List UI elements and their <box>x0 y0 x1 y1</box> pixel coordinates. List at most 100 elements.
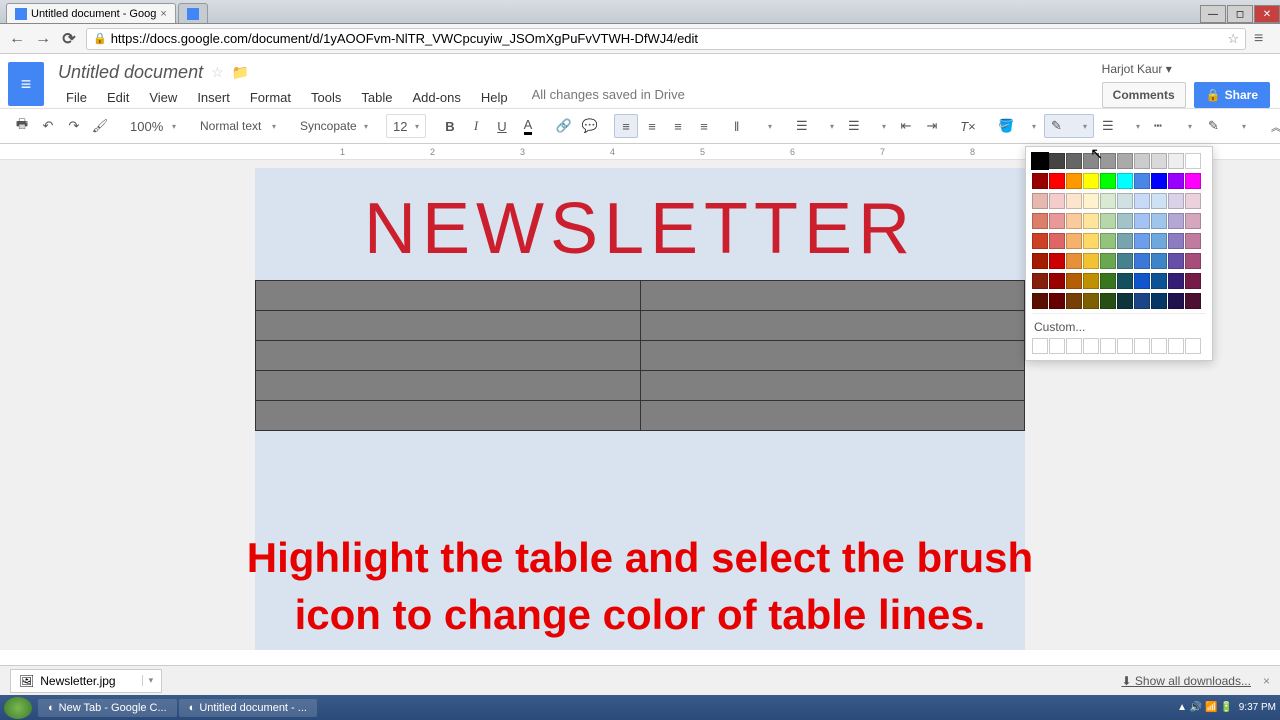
color-swatch[interactable] <box>1083 293 1099 309</box>
undo-button[interactable]: ↶ <box>36 114 60 138</box>
tray-icons[interactable]: ▲ 🔊 📶 🔋 <box>1177 702 1233 713</box>
star-document-icon[interactable]: ☆ <box>211 64 224 81</box>
decrease-indent-button[interactable]: ⇤ <box>894 114 918 138</box>
color-swatch[interactable] <box>1134 193 1150 209</box>
color-swatch[interactable] <box>1185 273 1201 289</box>
color-swatch[interactable] <box>1185 173 1201 189</box>
color-swatch[interactable] <box>1083 193 1099 209</box>
color-swatch[interactable] <box>1185 213 1201 229</box>
color-swatch[interactable] <box>1049 253 1065 269</box>
color-swatch[interactable] <box>1032 153 1048 169</box>
color-swatch[interactable] <box>1168 193 1184 209</box>
color-swatch[interactable] <box>1032 213 1048 229</box>
color-swatch[interactable] <box>1185 193 1201 209</box>
numbered-list-button[interactable]: ☰ <box>790 114 840 138</box>
close-downloads-bar[interactable]: × <box>1263 674 1270 688</box>
color-swatch[interactable] <box>1100 273 1116 289</box>
menu-table[interactable]: Table <box>353 87 400 108</box>
taskbar-item-docs[interactable]: ◐ Untitled document - ... <box>179 699 317 717</box>
color-swatch[interactable] <box>1066 233 1082 249</box>
align-center-button[interactable]: ≡ <box>640 114 664 138</box>
color-swatch[interactable] <box>1185 293 1201 309</box>
color-swatch[interactable] <box>1185 153 1201 169</box>
color-swatch[interactable] <box>1066 193 1082 209</box>
color-swatch[interactable] <box>1032 293 1048 309</box>
clear-formatting-button[interactable]: T× <box>956 114 980 138</box>
minimize-button[interactable]: — <box>1200 5 1226 23</box>
background-color-button[interactable]: 🪣 <box>992 114 1042 138</box>
color-swatch[interactable] <box>1134 213 1150 229</box>
color-swatch[interactable] <box>1049 233 1065 249</box>
color-swatch[interactable] <box>1168 233 1184 249</box>
font-dropdown[interactable]: Syncopate <box>294 114 374 138</box>
color-swatch[interactable] <box>1117 173 1133 189</box>
close-window-button[interactable]: ✕ <box>1254 5 1280 23</box>
color-swatch[interactable] <box>1049 293 1065 309</box>
align-left-button[interactable]: ≡ <box>614 114 638 138</box>
back-button[interactable]: ← <box>8 30 26 48</box>
increase-indent-button[interactable]: ⇥ <box>920 114 944 138</box>
url-input[interactable]: 🔒 https://docs.google.com/document/d/1yA… <box>86 28 1246 50</box>
show-all-downloads-link[interactable]: ⬇ Show all downloads... <box>1122 674 1251 688</box>
bold-button[interactable]: B <box>438 114 462 138</box>
color-swatch[interactable] <box>1083 153 1099 169</box>
italic-button[interactable]: I <box>464 114 488 138</box>
menu-help[interactable]: Help <box>473 87 516 108</box>
color-swatch[interactable] <box>1151 213 1167 229</box>
color-swatch[interactable] <box>1032 233 1048 249</box>
color-swatch[interactable] <box>1100 193 1116 209</box>
color-swatch[interactable] <box>1117 293 1133 309</box>
color-swatch[interactable] <box>1066 253 1082 269</box>
docs-logo[interactable]: ≡ <box>8 62 44 106</box>
color-swatch[interactable] <box>1049 153 1065 169</box>
color-swatch[interactable] <box>1168 173 1184 189</box>
color-swatch[interactable] <box>1117 153 1133 169</box>
custom-color-slot[interactable] <box>1049 338 1065 354</box>
color-swatch[interactable] <box>1066 273 1082 289</box>
color-swatch[interactable] <box>1117 213 1133 229</box>
color-swatch[interactable] <box>1083 233 1099 249</box>
custom-color-slot[interactable] <box>1134 338 1150 354</box>
color-swatch[interactable] <box>1151 253 1167 269</box>
color-swatch[interactable] <box>1151 273 1167 289</box>
zoom-dropdown[interactable]: 100% <box>124 114 182 138</box>
color-swatch[interactable] <box>1100 173 1116 189</box>
custom-color-slot[interactable] <box>1151 338 1167 354</box>
underline-button[interactable]: U <box>490 114 514 138</box>
menu-view[interactable]: View <box>141 87 185 108</box>
color-swatch[interactable] <box>1134 233 1150 249</box>
color-swatch[interactable] <box>1083 273 1099 289</box>
color-swatch[interactable] <box>1168 153 1184 169</box>
color-swatch[interactable] <box>1168 273 1184 289</box>
custom-color-slot[interactable] <box>1083 338 1099 354</box>
color-swatch[interactable] <box>1049 273 1065 289</box>
color-swatch[interactable] <box>1049 173 1065 189</box>
share-button[interactable]: 🔒 Share <box>1194 82 1270 108</box>
color-swatch[interactable] <box>1185 253 1201 269</box>
color-swatch[interactable] <box>1134 153 1150 169</box>
custom-color-slot[interactable] <box>1100 338 1116 354</box>
comments-button[interactable]: Comments <box>1102 82 1186 108</box>
custom-color-slot[interactable] <box>1032 338 1048 354</box>
color-swatch[interactable] <box>1117 233 1133 249</box>
document-title[interactable]: Untitled document <box>58 62 203 83</box>
color-swatch[interactable] <box>1185 233 1201 249</box>
custom-color-slot[interactable] <box>1117 338 1133 354</box>
color-swatch[interactable] <box>1066 173 1082 189</box>
custom-color-slot[interactable] <box>1185 338 1201 354</box>
menu-addons[interactable]: Add-ons <box>404 87 468 108</box>
hide-menus-button[interactable]: ︽ <box>1264 114 1280 138</box>
redo-button[interactable]: ↷ <box>62 114 86 138</box>
editing-mode-button[interactable]: ✎ <box>1202 114 1252 138</box>
font-size-dropdown[interactable]: 12 <box>386 114 426 138</box>
border-color-button[interactable]: ✎ <box>1044 114 1094 138</box>
color-swatch[interactable] <box>1151 153 1167 169</box>
line-spacing-button[interactable]: ‖ <box>728 114 778 138</box>
menu-tools[interactable]: Tools <box>303 87 349 108</box>
color-swatch[interactable] <box>1032 173 1048 189</box>
browser-tab-active[interactable]: Untitled document - Goog × <box>6 3 176 23</box>
menu-insert[interactable]: Insert <box>189 87 238 108</box>
color-swatch[interactable] <box>1134 173 1150 189</box>
browser-menu-icon[interactable]: ≡ <box>1254 30 1272 48</box>
color-swatch[interactable] <box>1134 293 1150 309</box>
